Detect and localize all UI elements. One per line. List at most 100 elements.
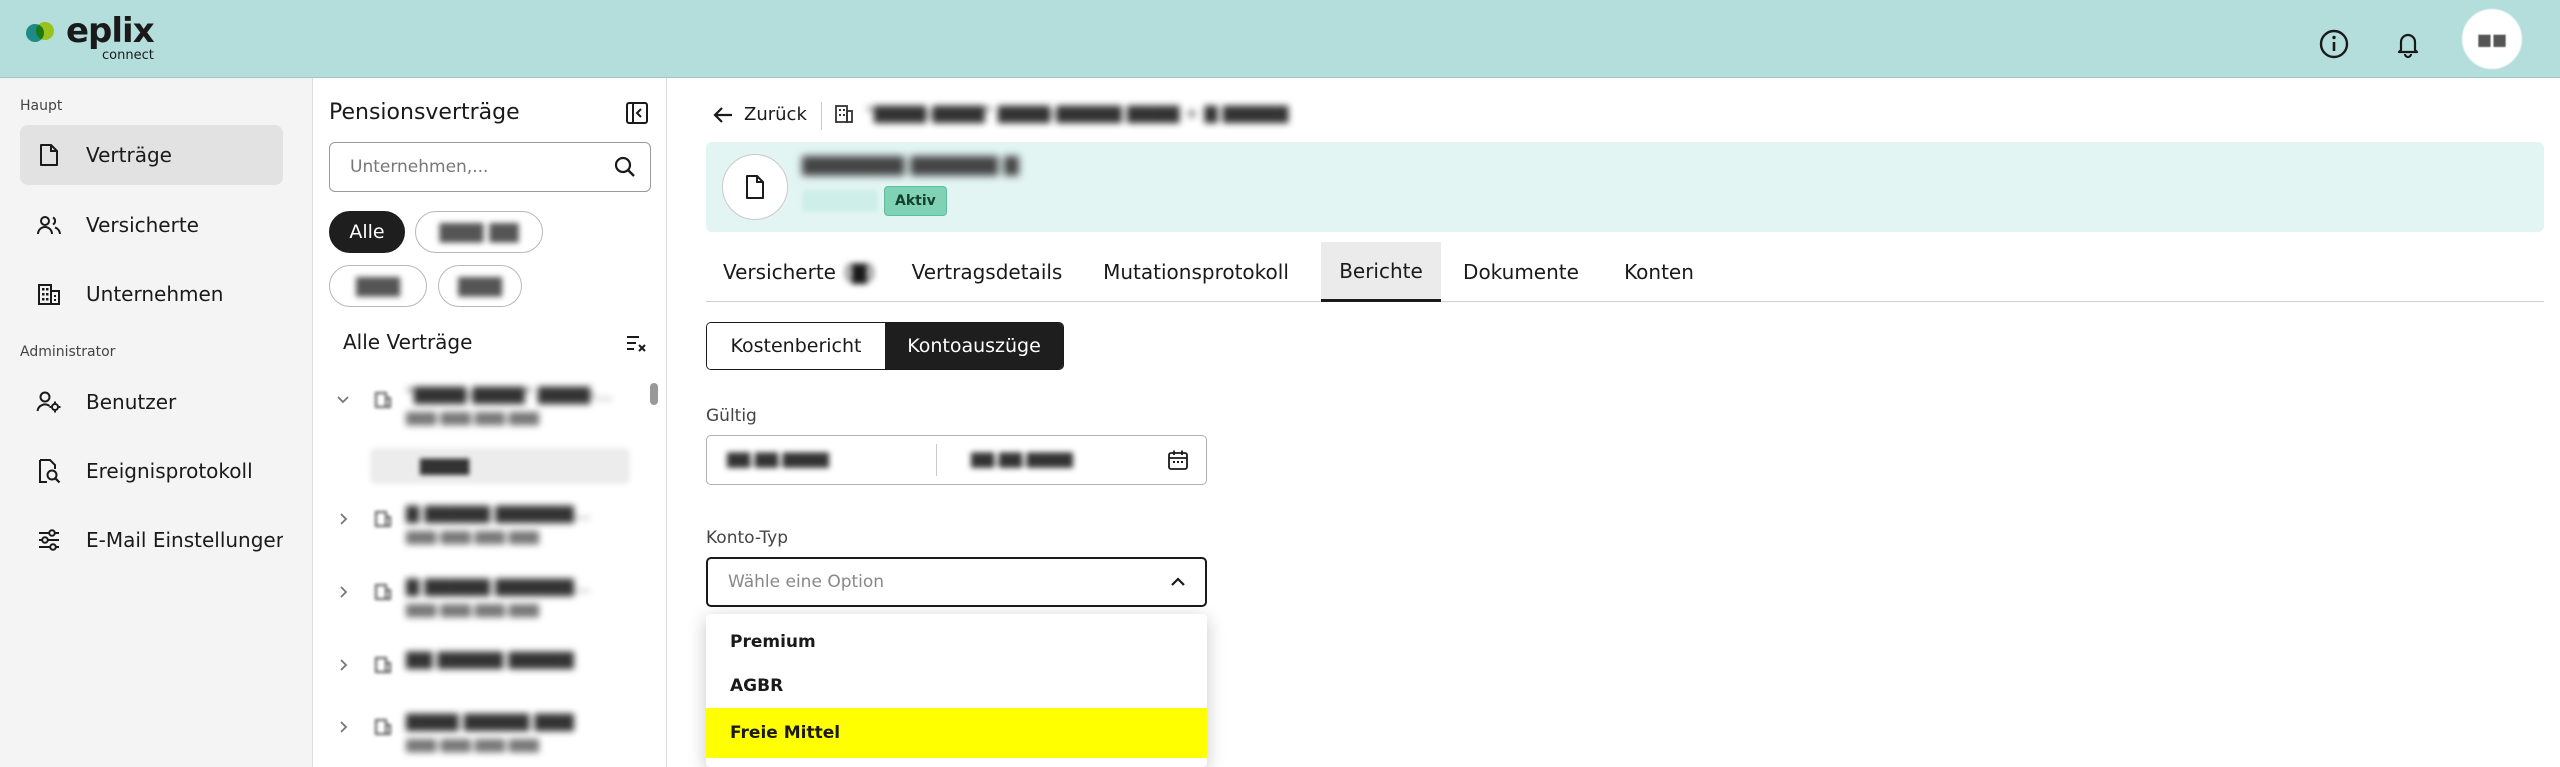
main-content: Zurück "▇▇▇▇-▇▇▇▇" ▇▇▇▇-▇▇▇▇▇ ▇▇▇▇ + ▇ ▇… [668, 78, 2560, 767]
list-item-title: ▇▇ ▇▇▇▇▇ ▇▇▇▇▇ [406, 650, 574, 670]
info-button[interactable] [2314, 24, 2354, 64]
filter-chip-alle[interactable]: Alle [329, 211, 405, 253]
building-icon [375, 511, 391, 527]
konto-typ-label: Konto-Typ [706, 528, 789, 548]
logo-sub: connect [102, 48, 154, 63]
sort-filter-icon[interactable] [625, 332, 647, 354]
konto-typ-dropdown: Premium AGBR Freie Mittel [706, 614, 1207, 767]
calendar-icon[interactable] [1167, 449, 1189, 471]
tab-versicherte[interactable]: Versicherte (▇) [706, 242, 892, 302]
chip-label: ▇▇▇ [458, 275, 502, 297]
gueltig-label: Gültig [706, 406, 757, 426]
list-item[interactable]: ▇▇ ▇▇▇▇▇ ▇▇▇▇▇ [314, 648, 644, 698]
tab-label: Dokumente [1463, 260, 1579, 284]
company-search-box[interactable] [329, 142, 651, 192]
nav-item-unternehmen[interactable]: Unternehmen [20, 264, 283, 324]
contract-list-panel: Pensionsverträge Alle ▇▇▇ ▇▇ ▇▇▇ ▇▇▇ All… [314, 78, 667, 767]
tab-count: (▇) [843, 260, 875, 284]
contract-tabs: Versicherte (▇) Vertragsdetails Mutation… [706, 242, 2544, 302]
tab-dokumente[interactable]: Dokumente [1441, 242, 1601, 302]
chevron-right-icon[interactable] [336, 512, 350, 526]
list-item[interactable]: ▇ ▇▇▇▇▇ ▇▇▇▇▇▇... ▇▇▇-▇▇▇.▇▇▇.▇▇▇ [314, 575, 644, 625]
contract-name: ▇▇▇▇▇▇▇ ▇▇▇▇▇▇ ▇ [802, 154, 1019, 176]
nav-item-versicherte[interactable]: Versicherte [20, 195, 283, 255]
notifications-button[interactable] [2388, 24, 2428, 64]
avatar[interactable]: ■■ [2462, 9, 2522, 69]
tab-berichte[interactable]: Berichte [1321, 242, 1441, 302]
kostenbericht-button[interactable]: Kostenbericht [707, 323, 885, 369]
building-icon [375, 392, 391, 408]
contract-header-card: ▇▇▇▇▇▇▇ ▇▇▇▇▇▇ ▇ Aktiv [706, 142, 2544, 232]
tab-label: Berichte [1339, 258, 1423, 283]
kontoauszuege-button[interactable]: Kontoauszüge [885, 323, 1063, 369]
breadcrumb-separator [821, 102, 822, 130]
list-scrollbar[interactable] [650, 383, 658, 405]
building-icon [375, 719, 391, 735]
contract-document-icon [722, 154, 788, 220]
list-item-title: ▇ ▇▇▇▇▇ ▇▇▇▇▇▇... [406, 504, 590, 524]
date-from-input[interactable]: ▇▇.▇▇.▇▇▇▇ [727, 450, 829, 468]
tab-label: Vertragsdetails [911, 260, 1063, 284]
chevron-down-icon[interactable] [336, 393, 350, 407]
back-label: Zurück [744, 104, 807, 125]
nav-section-main: Haupt [20, 98, 63, 114]
filter-chip-2[interactable]: ▇▇▇ ▇▇ [415, 211, 543, 253]
nav-item-email-einstellungen[interactable]: E-Mail Einstellungen [20, 510, 283, 570]
users-icon [36, 212, 62, 238]
logo-word: eplix [66, 11, 155, 51]
collapse-panel-button[interactable] [625, 101, 649, 125]
list-sub-item[interactable]: ▇▇▇▇ [370, 448, 630, 484]
eplix-logo[interactable]: eplix connect [26, 11, 155, 63]
contract-id [802, 190, 878, 212]
chip-label: ▇▇▇ ▇▇ [439, 221, 519, 243]
konto-typ-placeholder: Wähle eine Option [728, 572, 885, 592]
chevron-right-icon[interactable] [336, 658, 350, 672]
chip-label: ▇▇▇ [356, 275, 400, 297]
tab-vertragsdetails[interactable]: Vertragsdetails [892, 242, 1082, 302]
user-gear-icon [36, 389, 62, 415]
breadcrumb[interactable]: "▇▇▇▇-▇▇▇▇" ▇▇▇▇-▇▇▇▇▇ ▇▇▇▇ + ▇ ▇▇▇▇▇ [834, 104, 1288, 124]
tab-label: Versicherte [723, 260, 836, 284]
tab-mutationsprotokoll[interactable]: Mutationsprotokoll [1082, 242, 1310, 302]
filter-chip-4[interactable]: ▇▇▇ [438, 265, 522, 307]
info-icon [2319, 29, 2349, 59]
list-item-sub: ▇▇▇-▇▇▇.▇▇▇.▇▇▇ [406, 603, 539, 618]
chevron-right-icon[interactable] [336, 720, 350, 734]
nav-item-label: Unternehmen [86, 282, 224, 306]
arrow-left-icon [713, 106, 732, 123]
search-icon[interactable] [614, 156, 636, 178]
panel-title: Pensionsverträge [329, 100, 520, 125]
date-separator [936, 444, 937, 476]
nav-item-benutzer[interactable]: Benutzer [20, 372, 283, 432]
nav-item-label: Versicherte [86, 213, 199, 237]
back-button[interactable]: Zurück [712, 104, 807, 125]
list-item-sub: ▇▇▇-▇▇▇.▇▇▇.▇▇▇ [406, 411, 539, 426]
list-item-title: ▇▇▇▇ ▇▇▇▇▇ ▇▇▇ [406, 712, 574, 732]
chevron-right-icon[interactable] [336, 585, 350, 599]
option-freie-mittel[interactable]: Freie Mittel [706, 708, 1207, 758]
tab-konten[interactable]: Konten [1601, 242, 1717, 302]
list-item[interactable]: "▇▇▇▇-▇▇▇▇" ▇▇▇▇-... ▇▇▇-▇▇▇.▇▇▇.▇▇▇ [314, 383, 644, 433]
breadcrumb-text: "▇▇▇▇-▇▇▇▇" ▇▇▇▇-▇▇▇▇▇ ▇▇▇▇ + ▇ ▇▇▇▇▇ [866, 104, 1289, 124]
tab-label: Mutationsprotokoll [1103, 260, 1289, 284]
nav-item-ereignisprotokoll[interactable]: Ereignisprotokoll [20, 441, 283, 501]
company-search-input[interactable] [350, 157, 614, 177]
filter-chip-3[interactable]: ▇▇▇ [329, 265, 427, 307]
list-item[interactable]: ▇▇▇▇ ▇▇▇▇▇ ▇▇▇ ▇▇▇-▇▇▇.▇▇▇.▇▇▇ [314, 710, 644, 760]
option-premium[interactable]: Premium [706, 620, 1207, 664]
nav-item-label: Ereignisprotokoll [86, 459, 253, 483]
building-icon [36, 281, 62, 307]
bell-icon [2397, 33, 2419, 59]
list-sub-item-label: ▇▇▇▇ [420, 456, 470, 475]
list-item[interactable]: ▇ ▇▇▇▇▇ ▇▇▇▇▇▇... ▇▇▇-▇▇▇.▇▇▇.▇▇▇ [314, 502, 644, 552]
nav-item-vertraege[interactable]: Verträge [20, 125, 283, 185]
collapse-sidebar-icon [626, 102, 648, 124]
konto-typ-select[interactable]: Wähle eine Option [706, 557, 1207, 607]
option-agbr[interactable]: AGBR [706, 664, 1207, 708]
date-range-field[interactable]: ▇▇.▇▇.▇▇▇▇ ▇▇.▇▇.▇▇▇▇ [706, 435, 1207, 485]
date-to-input[interactable]: ▇▇.▇▇.▇▇▇▇ [971, 450, 1073, 468]
status-badge: Aktiv [884, 186, 947, 216]
list-header: Alle Verträge [343, 330, 473, 354]
top-bar: eplix connect ■■ [0, 0, 2560, 78]
search-document-icon [36, 458, 62, 484]
